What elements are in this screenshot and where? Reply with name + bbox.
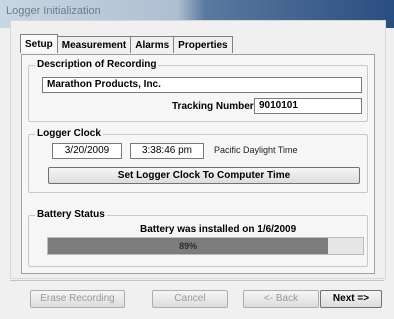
battery-level-text: 89% xyxy=(179,241,198,251)
next-button[interactable]: Next => xyxy=(320,290,382,308)
tab-alarms[interactable]: Alarms xyxy=(130,36,175,53)
cancel-button[interactable]: Cancel xyxy=(152,290,228,308)
tab-measurement[interactable]: Measurement xyxy=(56,36,132,53)
description-field[interactable]: Marathon Products, Inc. xyxy=(42,77,362,93)
set-logger-clock-button[interactable]: Set Logger Clock To Computer Time xyxy=(48,167,360,184)
tracking-number-field[interactable]: 9010101 xyxy=(254,98,362,114)
clock-time-field[interactable]: 3:38:46 pm xyxy=(130,143,204,159)
tab-properties[interactable]: Properties xyxy=(173,36,233,53)
logger-clock-group-label: Logger Clock xyxy=(35,128,103,139)
button-separator xyxy=(10,280,384,281)
tab-strip: Setup Measurement Alarms Properties xyxy=(20,34,233,54)
description-group-label: Description of Recording xyxy=(35,59,159,70)
battery-status-group-label: Battery Status xyxy=(35,209,107,220)
tab-setup[interactable]: Setup xyxy=(20,34,58,53)
battery-level-bar: 89% xyxy=(47,237,364,255)
back-button[interactable]: <- Back xyxy=(243,290,319,308)
erase-recording-button[interactable]: Erase Recording xyxy=(30,290,125,308)
window-title: Logger Initialization xyxy=(6,5,101,17)
clock-date-field[interactable]: 3/20/2009 xyxy=(52,143,122,159)
logger-initialization-window: Logger Initialization Setup Measurement … xyxy=(0,0,394,319)
tracking-number-label: Tracking Number: xyxy=(172,101,258,112)
battery-installed-text: Battery was installed on 1/6/2009 xyxy=(140,224,297,235)
timezone-label: Pacific Daylight Time xyxy=(214,145,298,155)
